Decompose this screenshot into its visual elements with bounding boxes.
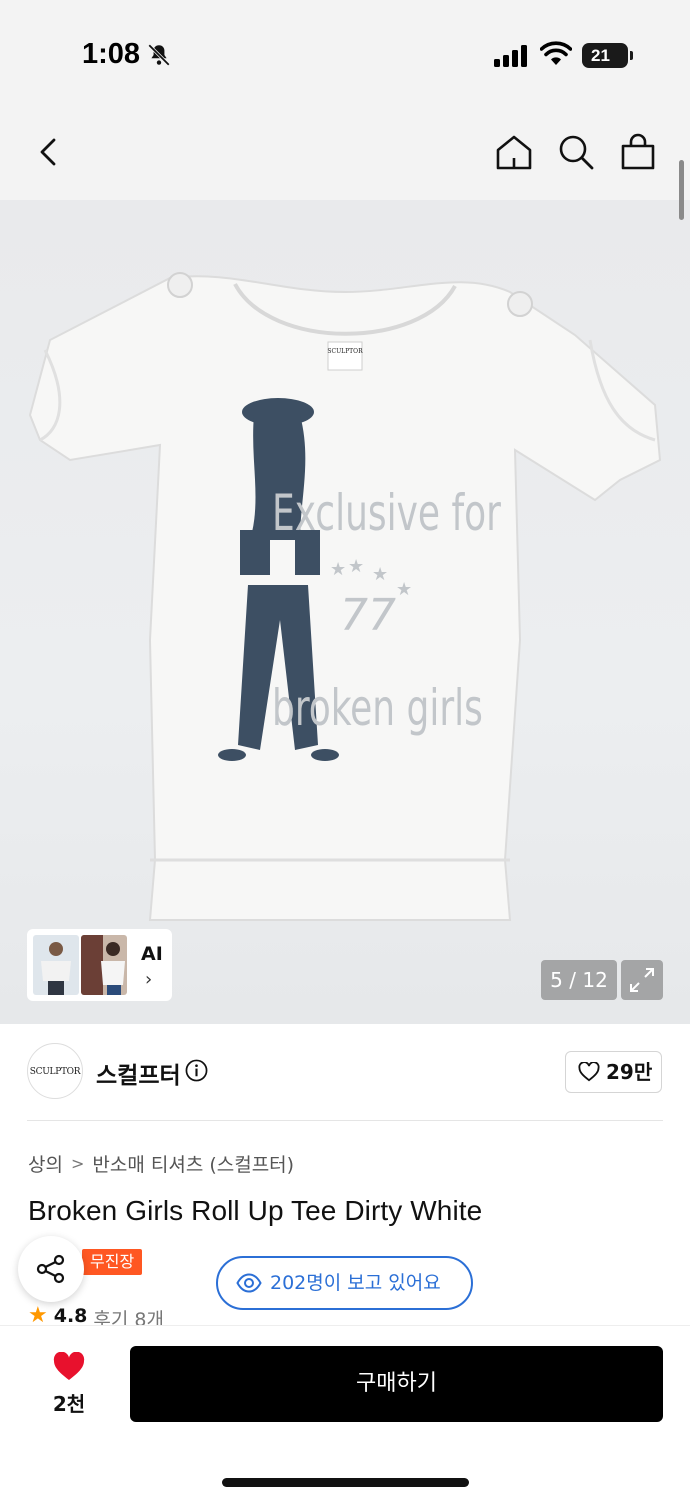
shopping-bag-icon[interactable]: [618, 132, 658, 172]
top-nav: [0, 110, 690, 200]
viewers-text: 202명이 보고 있어요: [270, 1272, 441, 1294]
svg-text:★: ★: [348, 556, 364, 577]
review-count: 후기 8개: [93, 1309, 164, 1325]
product-image-gallery[interactable]: SCULPTOR Exclusive for 77 broken girls ★…: [0, 200, 690, 1024]
breadcrumb-separator: >: [70, 1154, 85, 1173]
breadcrumb-subcategory[interactable]: 반소매 티셔츠 (스컬프터): [92, 1150, 294, 1177]
ai-label: AI: [141, 943, 163, 965]
status-time: 1:08: [82, 38, 141, 70]
search-icon[interactable]: [556, 132, 596, 172]
share-button[interactable]: [18, 1236, 84, 1302]
heart-outline-icon: [578, 1062, 600, 1082]
svg-text:★: ★: [372, 564, 388, 585]
signal-icon: [494, 45, 527, 67]
brand-logo[interactable]: SCULPTOR: [27, 1043, 83, 1099]
expand-icon: [630, 968, 654, 992]
viewers-badge: 202명이 보고 있어요: [216, 1256, 473, 1310]
rating-row[interactable]: ★ 4.8 후기 8개: [28, 1305, 164, 1325]
brand-like-count: 29만: [606, 1060, 653, 1084]
divider: [27, 1120, 663, 1121]
star-icon: ★: [28, 1305, 48, 1325]
image-counter: 5 / 12: [541, 960, 617, 1000]
rating-value: 4.8: [53, 1305, 88, 1325]
shirt-print-line-3: broken girls: [272, 679, 483, 738]
wifi-icon: [540, 41, 572, 65]
eye-icon: [236, 1273, 262, 1293]
wish-count: 2천: [52, 1392, 86, 1416]
bell-muted-icon: [148, 44, 170, 66]
buy-button[interactable]: 구매하기: [130, 1346, 663, 1422]
bottom-action-bar: 2천 구매하기: [0, 1325, 690, 1500]
home-icon[interactable]: [494, 132, 534, 172]
brand-like-button[interactable]: 29만: [565, 1051, 662, 1093]
info-icon[interactable]: [185, 1059, 208, 1082]
shirt-tag-text: SCULPTOR: [327, 348, 363, 355]
share-icon: [36, 1254, 65, 1284]
expand-button[interactable]: [621, 960, 663, 1000]
chevron-right-icon: ›: [145, 969, 153, 990]
store-badge: 무진장: [82, 1249, 143, 1275]
page-scrollbar[interactable]: [679, 160, 684, 220]
product-image: SCULPTOR Exclusive for 77 broken girls ★…: [28, 272, 662, 921]
svg-text:★: ★: [396, 579, 412, 600]
heart-filled-icon[interactable]: [52, 1352, 86, 1382]
shirt-print-line-1: Exclusive for: [272, 484, 501, 543]
ai-thumbnail-2: [81, 935, 127, 995]
svg-text:★: ★: [330, 559, 346, 580]
ai-styling-card[interactable]: AI ›: [27, 929, 172, 1001]
breadcrumb-category[interactable]: 상의: [28, 1150, 63, 1177]
status-bar: 1:08 21: [0, 0, 690, 110]
battery-indicator: 21: [582, 43, 633, 68]
back-icon[interactable]: [28, 132, 68, 172]
breadcrumb: 상의 > 반소매 티셔츠 (스컬프터): [28, 1150, 294, 1177]
ai-thumbnail-1: [33, 935, 79, 995]
shirt-print-line-2: 77: [340, 590, 396, 641]
home-indicator[interactable]: [222, 1478, 469, 1487]
product-title: Broken Girls Roll Up Tee Dirty White: [28, 1195, 483, 1226]
brand-name[interactable]: 스컬프터: [96, 1056, 181, 1090]
